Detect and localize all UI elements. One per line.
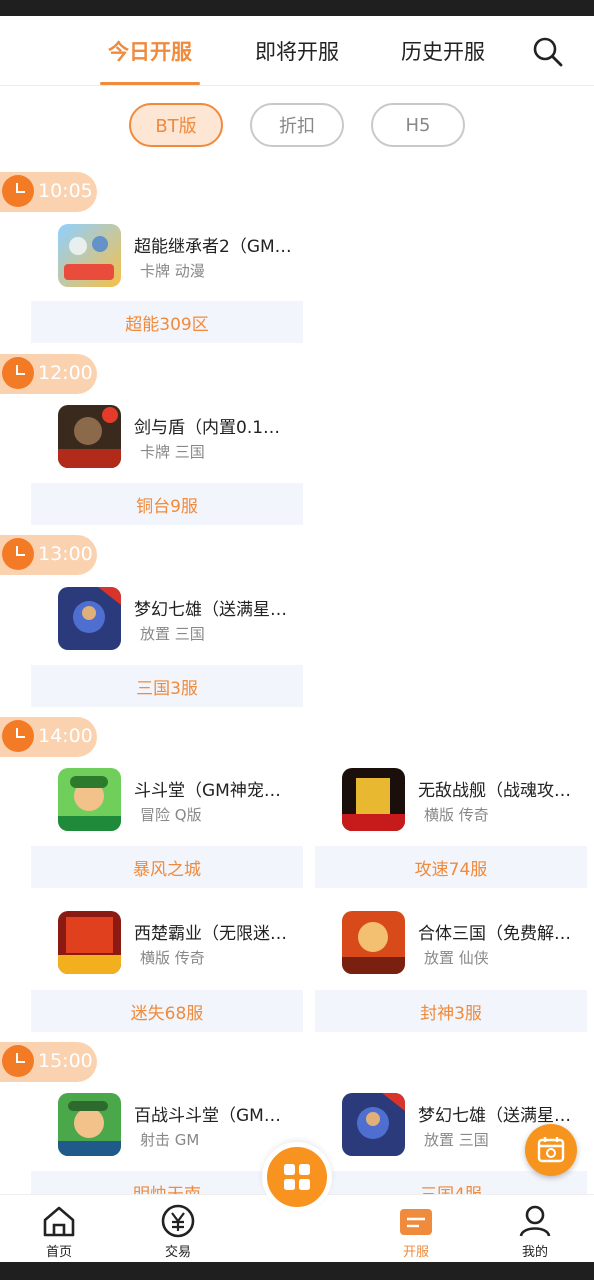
- filter-h5[interactable]: H5: [371, 103, 465, 147]
- search-icon[interactable]: [532, 36, 564, 68]
- time-badge: 12:00: [0, 354, 97, 394]
- game-icon[interactable]: [58, 587, 121, 650]
- time-badge: 10:05: [0, 172, 97, 212]
- game-entry[interactable]: 梦幻七雄（送满星… 放置 三国: [58, 587, 328, 651]
- server-name[interactable]: 三国3服: [31, 665, 303, 707]
- game-icon[interactable]: [58, 1093, 121, 1156]
- nav-home[interactable]: 首页: [19, 1195, 99, 1263]
- game-entry[interactable]: 剑与盾（内置0.1… 卡牌 三国: [58, 405, 328, 469]
- game-entry[interactable]: 无敌战舰（战魂攻… 横版 传奇: [342, 768, 594, 832]
- time-label: 13:00: [38, 543, 93, 565]
- system-nav-bar: [0, 1262, 594, 1280]
- clock-icon: [2, 175, 34, 207]
- time-label: 10:05: [38, 180, 93, 202]
- tab-upcoming[interactable]: 即将开服: [255, 36, 339, 66]
- game-tags: 横版 传奇: [140, 949, 205, 967]
- game-entry[interactable]: 斗斗堂（GM神宠… 冒险 Q版: [58, 768, 328, 832]
- calendar-clock-icon: [537, 1137, 565, 1163]
- tab-today[interactable]: 今日开服: [108, 36, 192, 66]
- tab-history[interactable]: 历史开服: [401, 36, 485, 66]
- game-name[interactable]: 百战斗斗堂（GM…: [134, 1101, 302, 1126]
- game-name[interactable]: 梦幻七雄（送满星…: [134, 595, 302, 620]
- game-name[interactable]: 西楚霸业（无限迷…: [134, 919, 302, 944]
- game-icon[interactable]: [342, 768, 405, 831]
- nav-label: 首页: [45, 1245, 72, 1260]
- time-label: 14:00: [38, 725, 93, 747]
- nav-mine[interactable]: 我的: [495, 1195, 575, 1263]
- time-badge: 14:00: [0, 717, 97, 757]
- time-badge: 15:00: [0, 1042, 97, 1082]
- server-name[interactable]: 暴风之城: [31, 846, 303, 888]
- time-badge: 13:00: [0, 535, 97, 575]
- server-name[interactable]: 封神3服: [315, 990, 587, 1032]
- game-name[interactable]: 超能继承者2（GM…: [134, 232, 302, 257]
- server-name[interactable]: 铜台9服: [31, 483, 303, 525]
- game-tags: 卡牌 三国: [140, 443, 205, 461]
- filter-discount[interactable]: 折扣: [250, 103, 344, 147]
- server-icon: [400, 1209, 432, 1235]
- game-icon[interactable]: [342, 911, 405, 974]
- nav-label: 我的: [521, 1245, 548, 1260]
- game-entry[interactable]: 超能继承者2（GM… 卡牌 动漫: [58, 224, 328, 288]
- clock-icon: [2, 357, 34, 389]
- user-icon: [519, 1205, 551, 1237]
- filter-bt[interactable]: BT版: [129, 103, 223, 147]
- yuan-icon: [161, 1204, 195, 1238]
- game-entry[interactable]: 西楚霸业（无限迷… 横版 传奇: [58, 911, 328, 975]
- center-apps-button[interactable]: [262, 1142, 332, 1212]
- game-tags: 放置 仙侠: [424, 949, 489, 967]
- nav-trade[interactable]: 交易: [138, 1195, 218, 1263]
- active-tab-indicator: [100, 82, 200, 85]
- game-icon[interactable]: [58, 768, 121, 831]
- home-icon: [43, 1206, 75, 1237]
- nav-servers[interactable]: 开服: [376, 1195, 456, 1263]
- time-label: 15:00: [38, 1050, 93, 1072]
- server-schedule-list[interactable]: 10:05 超能继承者2（GM… 卡牌 动漫 超能309区 12:00 剑与盾（…: [0, 168, 594, 1194]
- game-tags: 横版 传奇: [424, 806, 489, 824]
- game-tags: 冒险 Q版: [140, 806, 202, 824]
- game-name[interactable]: 剑与盾（内置0.1…: [134, 413, 302, 438]
- game-icon[interactable]: [58, 911, 121, 974]
- nav-label: 开服: [402, 1245, 429, 1260]
- calendar-float-button[interactable]: [525, 1124, 577, 1176]
- server-name[interactable]: 迷失68服: [31, 990, 303, 1032]
- game-name[interactable]: 合体三国（免费解…: [418, 919, 586, 944]
- clock-icon: [2, 720, 34, 752]
- game-name[interactable]: 斗斗堂（GM神宠…: [134, 776, 302, 801]
- apps-grid-icon: [284, 1164, 310, 1190]
- game-tags: 射击 GM: [140, 1131, 200, 1149]
- clock-icon: [2, 1045, 34, 1077]
- top-tab-bar: 今日开服 即将开服 历史开服: [0, 16, 594, 86]
- game-icon[interactable]: [58, 224, 121, 287]
- game-tags: 放置 三国: [140, 625, 205, 643]
- time-label: 12:00: [38, 362, 93, 384]
- game-name[interactable]: 无敌战舰（战魂攻…: [418, 776, 586, 801]
- nav-label: 交易: [164, 1245, 191, 1260]
- status-bar: [0, 0, 594, 16]
- server-name[interactable]: 攻速74服: [315, 846, 587, 888]
- game-tags: 放置 三国: [424, 1131, 489, 1149]
- clock-icon: [2, 538, 34, 570]
- game-name[interactable]: 梦幻七雄（送满星…: [418, 1101, 586, 1126]
- game-icon[interactable]: [58, 405, 121, 468]
- server-name[interactable]: 超能309区: [31, 301, 303, 343]
- game-tags: 卡牌 动漫: [140, 262, 205, 280]
- game-entry[interactable]: 合体三国（免费解… 放置 仙侠: [342, 911, 594, 975]
- filter-bar: BT版 折扣 H5: [0, 86, 594, 168]
- game-icon[interactable]: [342, 1093, 405, 1156]
